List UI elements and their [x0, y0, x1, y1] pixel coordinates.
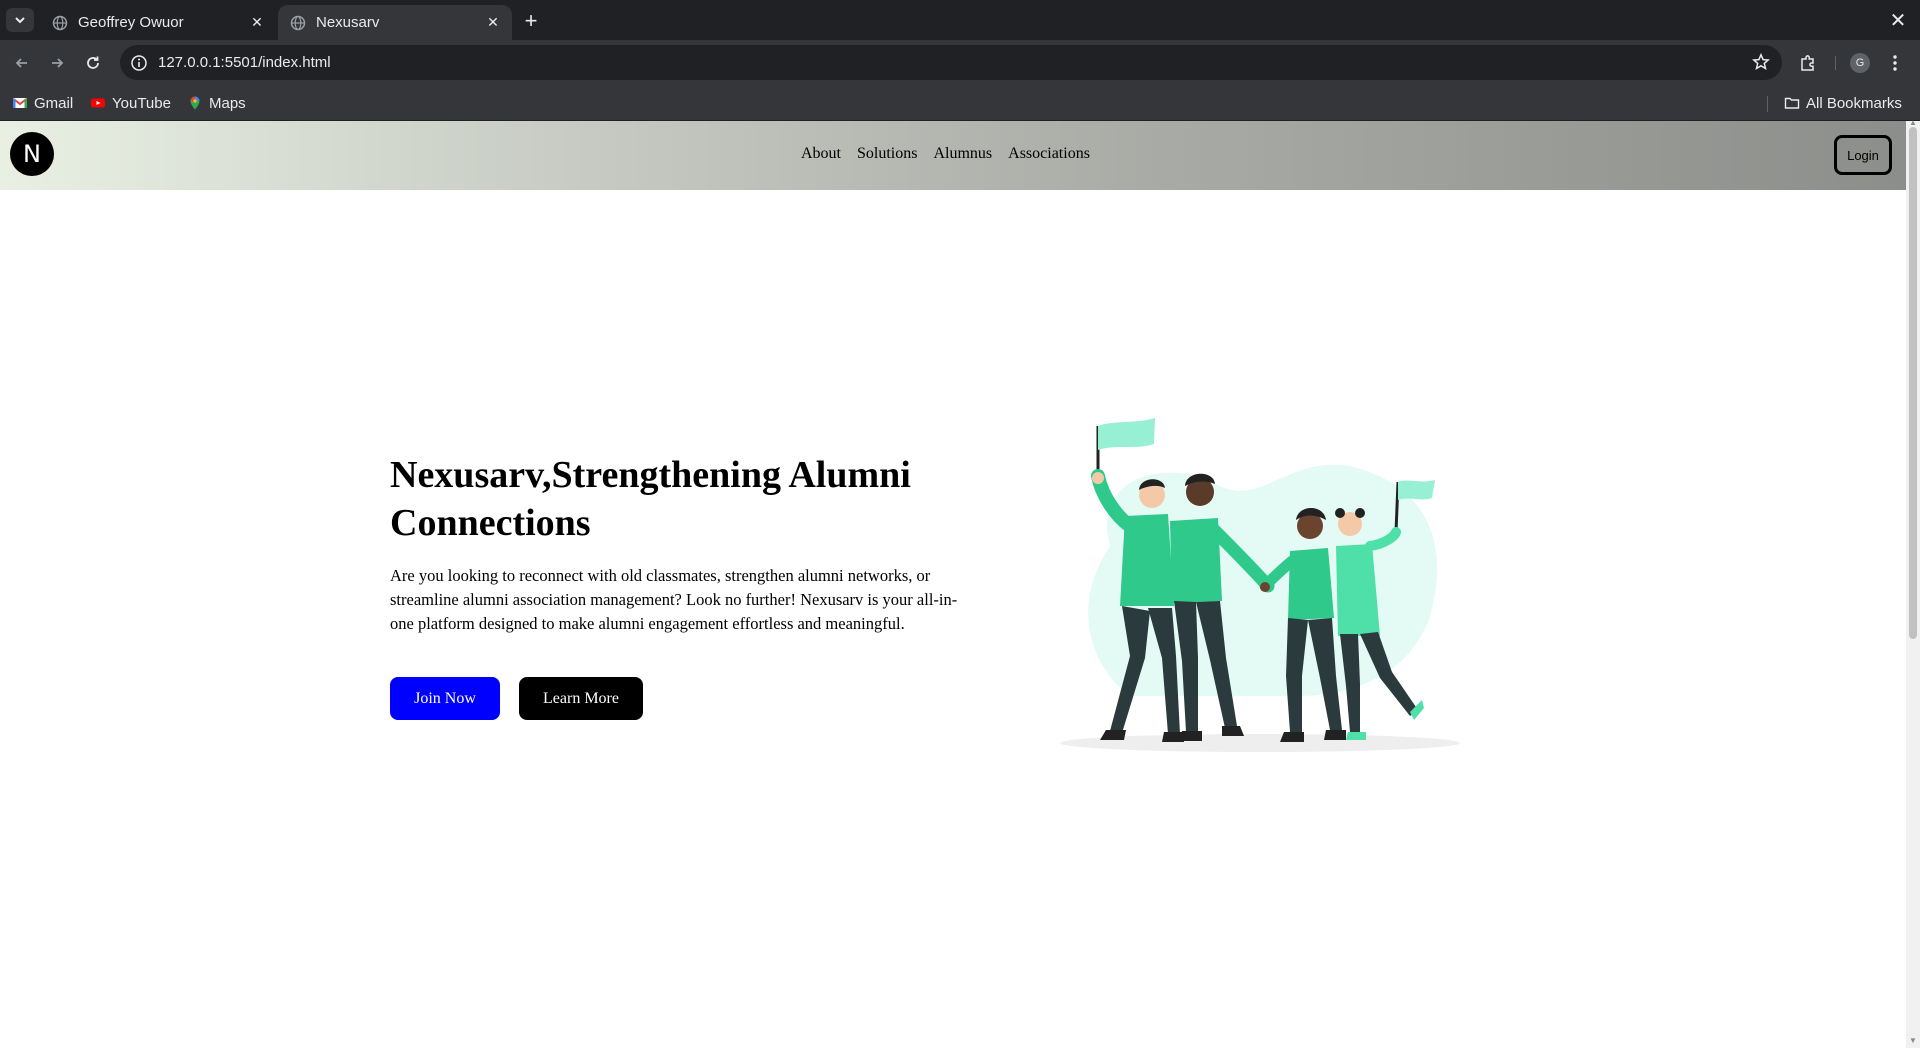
hero-description: Are you looking to reconnect with old cl… — [390, 566, 958, 633]
nav-link-alumnus[interactable]: Alumnus — [933, 145, 992, 163]
tab-title: Geoffrey Owuor — [78, 14, 184, 31]
page-viewport: N About Solutions Alumnus Associations L… — [0, 121, 1906, 1048]
bookmarks-divider — [1767, 96, 1768, 112]
globe-icon — [290, 15, 306, 30]
browser-tab-nexusarv[interactable]: Nexusarv ✕ — [278, 5, 512, 40]
nav-link-about[interactable]: About — [801, 145, 841, 163]
hero-illustration — [1060, 418, 1460, 752]
extensions-button[interactable] — [1797, 52, 1819, 74]
browser-menu-button[interactable] — [1884, 52, 1906, 74]
flag-left — [1098, 418, 1155, 450]
close-tab-icon[interactable]: ✕ — [248, 14, 266, 32]
puzzle-icon — [1801, 55, 1814, 71]
url-text[interactable]: 127.0.0.1:5501/index.html — [158, 54, 331, 71]
gmail-icon — [12, 98, 28, 108]
forward-button[interactable] — [44, 50, 70, 76]
bookmark-maps[interactable]: Maps — [187, 92, 246, 114]
all-bookmarks-label: All Bookmarks — [1806, 94, 1902, 112]
kebab-menu-icon — [1893, 55, 1897, 71]
tab-search-button[interactable] — [6, 8, 34, 32]
address-bar[interactable]: 127.0.0.1:5501/index.html — [120, 45, 1782, 80]
browser-toolbar: 127.0.0.1:5501/index.html G — [0, 40, 1920, 86]
globe-icon — [52, 15, 68, 30]
reload-button[interactable] — [80, 50, 106, 76]
bookmark-label: Maps — [209, 94, 246, 112]
bookmarks-bar: Gmail YouTube Maps All Bookmarks — [0, 86, 1920, 121]
profile-avatar[interactable]: G — [1850, 53, 1870, 73]
bookmark-star-icon[interactable] — [1752, 53, 1770, 71]
nav-link-associations[interactable]: Associations — [1008, 145, 1090, 163]
chevron-down-icon — [15, 17, 25, 24]
tab-title: Nexusarv — [316, 14, 380, 31]
join-now-button[interactable]: Join Now — [390, 677, 500, 720]
site-info-icon[interactable] — [130, 54, 148, 72]
site-logo[interactable]: N — [10, 132, 54, 176]
hero-title: Nexusarv,Strengthening Alumni Connection… — [390, 454, 911, 544]
bookmark-youtube[interactable]: YouTube — [90, 92, 171, 114]
new-tab-button[interactable]: + — [518, 8, 544, 34]
close-tab-icon[interactable]: ✕ — [484, 14, 502, 32]
scroll-down-arrow-icon[interactable]: ▼ — [1909, 1037, 1917, 1045]
youtube-icon — [91, 98, 105, 108]
back-button[interactable] — [9, 50, 35, 76]
learn-more-button[interactable]: Learn More — [519, 677, 643, 720]
maps-icon — [190, 96, 200, 110]
window-close-icon[interactable]: ✕ — [1886, 8, 1910, 32]
bookmark-label: Gmail — [34, 94, 74, 112]
folder-icon — [1784, 97, 1800, 109]
arrow-left-icon — [15, 58, 27, 68]
bookmark-label: YouTube — [112, 94, 171, 112]
flag-right — [1398, 480, 1435, 500]
all-bookmarks-button[interactable]: All Bookmarks — [1784, 92, 1902, 114]
arrow-right-icon — [52, 58, 64, 68]
browser-tab-bar: Geoffrey Owuor ✕ Nexusarv ✕ + ✕ — [0, 0, 1920, 40]
bookmark-gmail[interactable]: Gmail — [12, 92, 73, 114]
page-scrollbar[interactable]: ▲ ▼ — [1906, 119, 1920, 1048]
nav-link-solutions[interactable]: Solutions — [857, 145, 917, 163]
site-navbar: N About Solutions Alumnus Associations L… — [0, 121, 1906, 190]
scroll-up-arrow-icon[interactable]: ▲ — [1909, 119, 1917, 127]
reload-icon — [87, 56, 99, 69]
scrollbar-thumb[interactable] — [1909, 127, 1917, 639]
login-button[interactable]: Login — [1834, 135, 1892, 175]
site-nav-links: About Solutions Alumnus Associations — [801, 145, 1090, 163]
toolbar-divider — [1835, 56, 1836, 70]
browser-tab-geoffrey-owuor[interactable]: Geoffrey Owuor ✕ — [40, 5, 276, 40]
